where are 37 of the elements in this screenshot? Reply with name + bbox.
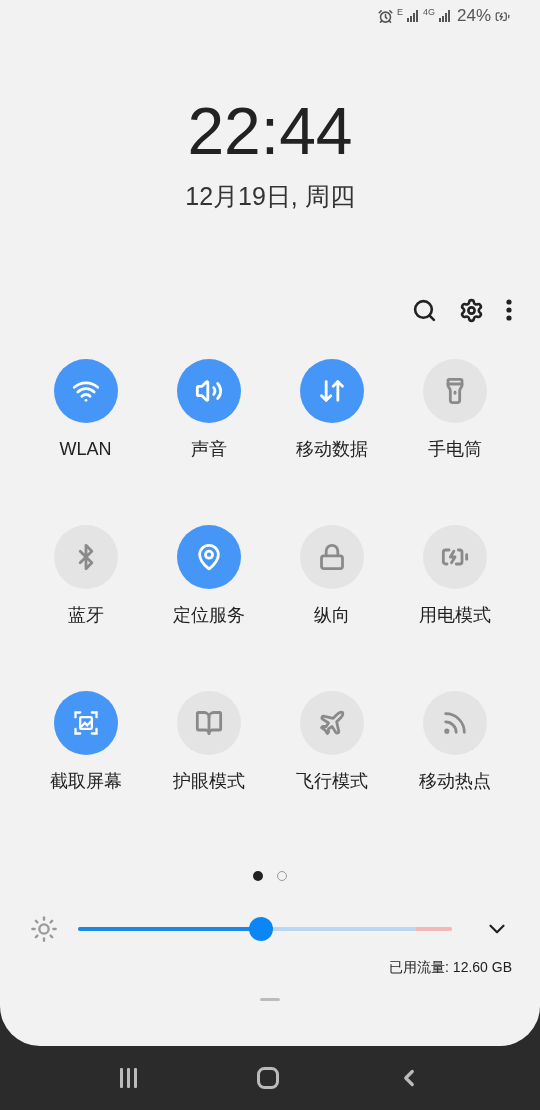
drag-handle[interactable]	[260, 997, 280, 1001]
toggle-label: 用电模式	[418, 603, 491, 627]
toggle-label: WLAN	[59, 437, 112, 461]
toggle-label: 飞行模式	[295, 769, 368, 793]
settings-button[interactable]	[459, 297, 484, 323]
slider-thumb[interactable]	[249, 916, 274, 941]
book-icon	[194, 708, 223, 737]
airplane-icon	[317, 708, 346, 737]
toggle-label: 手电筒	[427, 437, 482, 461]
page-indicator[interactable]	[253, 870, 263, 881]
toggle-label: 定位服务	[172, 603, 245, 627]
alarm-icon	[377, 8, 393, 24]
lock-icon	[317, 542, 346, 571]
network-type: 4G	[422, 6, 435, 19]
date-text: 12月19日, 周四	[185, 181, 355, 212]
toggle-label: 蓝牙	[67, 603, 104, 627]
screenshot-icon	[71, 708, 100, 737]
toggle-label: 截取屏幕	[49, 769, 122, 793]
signal-icon	[438, 10, 451, 22]
network-type: E	[396, 6, 403, 19]
more-icon	[506, 299, 512, 321]
data-usage-text: 已用流量: 12.60 GB	[389, 957, 512, 977]
signal-icon	[406, 10, 419, 22]
brightness-icon	[30, 914, 58, 943]
gear-icon	[459, 297, 484, 323]
toggle-label: 纵向	[313, 603, 350, 627]
search-button[interactable]	[412, 297, 437, 323]
brightness-slider[interactable]	[78, 916, 452, 941]
home-icon[interactable]	[257, 1067, 279, 1089]
more-button[interactable]	[506, 299, 512, 321]
search-icon	[412, 297, 437, 323]
toggle-label: 声音	[190, 437, 227, 461]
battery-percent: 24%	[456, 5, 491, 28]
toggle-label: 移动数据	[295, 437, 368, 461]
toggle-label: 移动热点	[418, 769, 491, 793]
clock-time: 22:44	[187, 98, 353, 164]
toggle-label: 护眼模式	[172, 769, 245, 793]
